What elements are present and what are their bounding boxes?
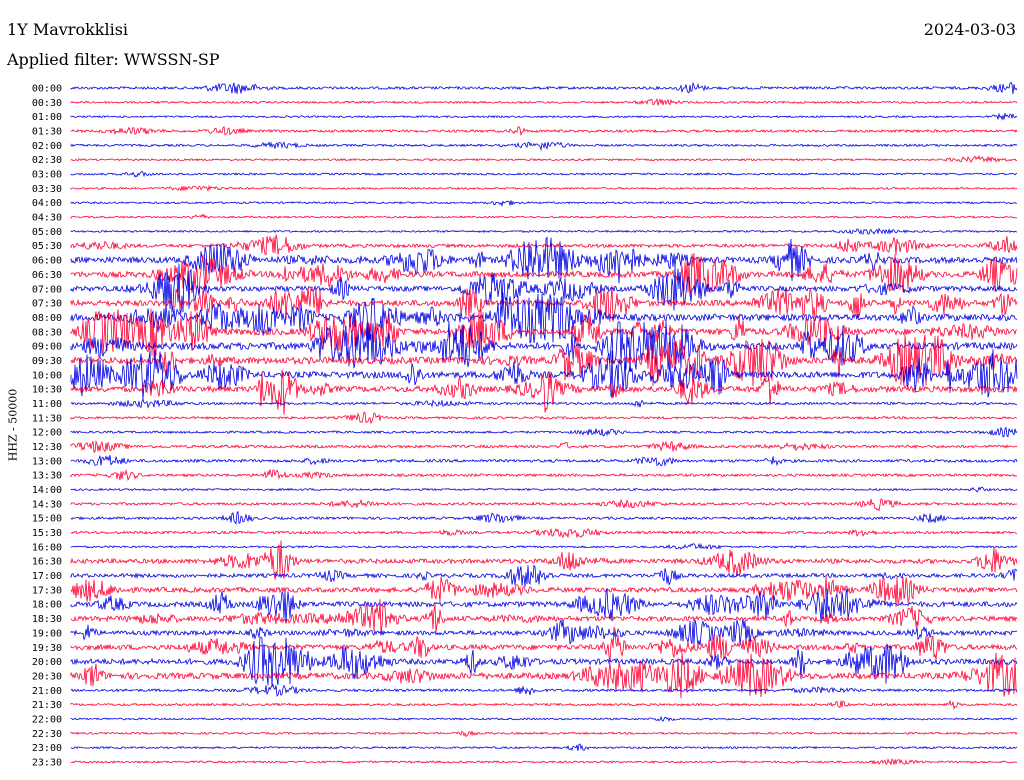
trace-line: [70, 542, 1018, 550]
trace-line: [70, 683, 1018, 697]
time-label: 15:00: [32, 514, 62, 525]
time-label: 22:30: [32, 729, 62, 740]
trace-line: [70, 729, 1018, 738]
time-label: 13:30: [32, 471, 62, 482]
trace-line: [70, 743, 1018, 752]
trace-line: [70, 213, 1018, 220]
time-label: 14:30: [32, 499, 62, 510]
time-label: 20:00: [32, 657, 62, 668]
time-label: 06:00: [32, 256, 62, 267]
time-label: 01:00: [32, 112, 62, 123]
trace-line: [70, 97, 1018, 106]
time-label: 02:30: [32, 155, 62, 166]
time-label: 10:00: [32, 370, 62, 381]
time-label: 12:00: [32, 428, 62, 439]
trace-line: [70, 426, 1018, 438]
time-label: 16:30: [32, 557, 62, 568]
time-label: 05:00: [32, 227, 62, 238]
time-label: 08:30: [32, 327, 62, 338]
trace-line: [70, 170, 1018, 178]
trace-line: [70, 200, 1018, 207]
trace-line: [70, 125, 1018, 137]
time-label: 13:00: [32, 456, 62, 467]
trace-line: [70, 112, 1018, 121]
trace-line: [70, 411, 1018, 425]
time-label: 14:00: [32, 485, 62, 496]
time-label: 00:00: [32, 84, 62, 95]
time-label: 20:30: [32, 671, 62, 682]
time-label: 02:00: [32, 141, 62, 152]
trace-group: [70, 81, 1018, 766]
time-label: 16:00: [32, 542, 62, 553]
time-label: 15:30: [32, 528, 62, 539]
time-label: 03:00: [32, 170, 62, 181]
trace-line: [70, 469, 1018, 482]
time-label: 11:00: [32, 399, 62, 410]
trace-line: [70, 184, 1018, 193]
time-label: 08:00: [32, 313, 62, 324]
time-label: 23:30: [32, 757, 62, 768]
time-label: 09:30: [32, 356, 62, 367]
time-label: 05:30: [32, 241, 62, 252]
time-label: 12:30: [32, 442, 62, 453]
time-label: 21:00: [32, 686, 62, 697]
time-label: 10:30: [32, 385, 62, 396]
trace-line: [70, 141, 1018, 152]
time-label: 23:00: [32, 743, 62, 754]
time-label: 07:30: [32, 299, 62, 310]
trace-line: [70, 81, 1018, 95]
time-label: 00:30: [32, 98, 62, 109]
time-label: 18:00: [32, 600, 62, 611]
time-label: 06:30: [32, 270, 62, 281]
time-label: 07:00: [32, 284, 62, 295]
time-label: 19:30: [32, 643, 62, 654]
trace-line: [70, 715, 1018, 722]
trace-line: [70, 699, 1018, 711]
time-label: 22:00: [32, 714, 62, 725]
helicorder-plot: 00:00 00:30 01:00 01:30 02:00 02:30 03:00 03:30…: [32, 81, 1018, 769]
trace-line: [70, 564, 1018, 587]
time-label: 09:00: [32, 342, 62, 353]
trace-line: [70, 440, 1018, 453]
time-label: 19:00: [32, 628, 62, 639]
trace-line: [70, 527, 1018, 539]
trace-line: [70, 758, 1017, 766]
trace-line: [70, 510, 1018, 525]
time-label: 21:30: [32, 700, 62, 711]
trace-line: [70, 486, 1018, 493]
trace-line: [70, 454, 1018, 467]
time-label: 17:00: [32, 571, 62, 582]
time-label: 18:30: [32, 614, 62, 625]
time-label: 04:00: [32, 198, 62, 209]
time-label: 17:30: [32, 585, 62, 596]
time-label: 01:30: [32, 127, 62, 138]
trace-line: [70, 618, 1018, 646]
time-label: 03:30: [32, 184, 62, 195]
trace-line: [70, 398, 1018, 409]
trace-line: [70, 227, 1018, 235]
time-label-group: 00:00 00:30 01:00 01:30 02:00 02:30 03:00 03:30…: [32, 84, 62, 769]
trace-line: [70, 155, 1018, 164]
trace-line: [70, 498, 1018, 512]
time-label: 11:30: [32, 413, 62, 424]
time-label: 04:30: [32, 213, 62, 224]
